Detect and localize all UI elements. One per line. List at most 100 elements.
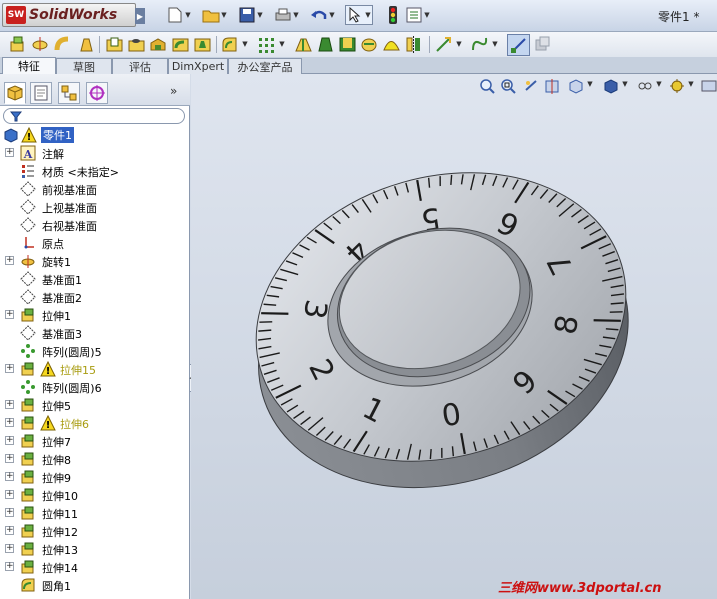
feature-manager-tab[interactable] xyxy=(4,82,26,104)
extrude-icon xyxy=(20,307,36,323)
tab-office-products[interactable]: 办公室产品 xyxy=(228,58,302,74)
undo-button[interactable]: ▼ xyxy=(310,5,336,25)
wrap-icon[interactable] xyxy=(360,35,379,54)
svg-text:!: ! xyxy=(46,420,51,431)
expand-toggle[interactable]: + xyxy=(5,454,14,463)
fillet-dropdown[interactable]: ▼ xyxy=(241,40,249,48)
tree-item[interactable]: 右视基准面 xyxy=(0,216,190,234)
expand-toggle[interactable]: + xyxy=(5,544,14,553)
plane-icon xyxy=(20,271,36,287)
expand-toggle[interactable]: + xyxy=(5,526,14,535)
expand-toggle[interactable]: + xyxy=(5,364,14,373)
reference-geometry-icon[interactable] xyxy=(434,35,453,54)
tree-item[interactable]: 前视基准面 xyxy=(0,180,190,198)
fillet-icon[interactable] xyxy=(220,35,239,54)
save-button[interactable]: ▼ xyxy=(238,5,264,25)
curves-icon[interactable] xyxy=(470,35,489,54)
tree-filter-input[interactable] xyxy=(3,108,185,124)
save-icon xyxy=(238,6,256,24)
extruded-cut-icon[interactable] xyxy=(105,35,124,54)
shell-icon[interactable] xyxy=(338,35,357,54)
tab-sketch[interactable]: 草图 xyxy=(56,58,112,74)
tree-item[interactable]: + 拉伸9 xyxy=(0,468,190,486)
expand-toggle[interactable]: + xyxy=(5,148,14,157)
revolved-boss-icon[interactable] xyxy=(31,35,50,54)
tree-item[interactable]: 基准面3 xyxy=(0,324,190,342)
panel-tabs: » xyxy=(0,74,190,106)
expand-toggle[interactable]: + xyxy=(5,310,14,319)
solidworks-logo[interactable]: SW SolidWorks ▶ xyxy=(2,3,145,27)
extrude-icon xyxy=(20,397,36,413)
tree-item[interactable]: + 拉伸1 xyxy=(0,306,190,324)
tree-item[interactable]: 阵列(圆周)5 xyxy=(0,342,190,360)
configuration-manager-tab[interactable] xyxy=(58,82,80,104)
tree-item[interactable]: + 拉伸12 xyxy=(0,522,190,540)
swept-boss-icon[interactable] xyxy=(54,35,73,54)
tree-item[interactable]: 材质 <未指定> xyxy=(0,162,190,180)
tree-item[interactable]: 上视基准面 xyxy=(0,198,190,216)
tree-item-label: 拉伸11 xyxy=(42,508,78,521)
draft-icon[interactable] xyxy=(316,35,335,54)
expand-toggle[interactable]: + xyxy=(5,256,14,265)
expand-toggle[interactable]: + xyxy=(5,472,14,481)
hole-wizard-icon[interactable] xyxy=(127,35,146,54)
lofted-boss-icon[interactable] xyxy=(77,35,96,54)
curves-dropdown[interactable]: ▼ xyxy=(491,40,499,48)
new-document-button[interactable]: ▼ xyxy=(166,5,192,25)
property-manager-tab[interactable] xyxy=(30,82,52,104)
tree-item[interactable]: + 拉伸13 xyxy=(0,540,190,558)
tab-features[interactable]: 特征 xyxy=(2,57,56,74)
expand-toggle[interactable]: + xyxy=(5,562,14,571)
tree-item[interactable]: + 拉伸8 xyxy=(0,450,190,468)
tree-root[interactable]: ! 零件1 xyxy=(0,126,190,144)
tree-item[interactable]: +! 拉伸6 xyxy=(0,414,190,432)
mirror-icon[interactable] xyxy=(404,35,423,54)
revolved-cut-icon[interactable] xyxy=(149,35,168,54)
tree-item[interactable]: + 拉伸11 xyxy=(0,504,190,522)
options-button[interactable]: ▼ xyxy=(405,5,431,25)
menu-expand-arrow[interactable]: ▶ xyxy=(135,8,145,24)
expand-toggle[interactable]: + xyxy=(5,418,14,427)
tree-item[interactable]: 原点 xyxy=(0,234,190,252)
tree-item[interactable]: + 拉伸7 xyxy=(0,432,190,450)
panel-more-chevron[interactable]: » xyxy=(170,84,177,98)
pattern-dropdown[interactable]: ▼ xyxy=(278,40,286,48)
tab-dimxpert[interactable]: DimXpert xyxy=(168,58,228,74)
instant3d-toggle[interactable] xyxy=(507,34,530,56)
extruded-boss-icon[interactable] xyxy=(8,35,27,54)
tree-item[interactable]: 基准面1 xyxy=(0,270,190,288)
tree-item[interactable]: + 拉伸14 xyxy=(0,558,190,576)
tree-item[interactable]: 阵列(圆周)6 xyxy=(0,378,190,396)
lofted-cut-icon[interactable] xyxy=(193,35,212,54)
tree-item[interactable]: 圆角1 xyxy=(0,576,190,594)
dial-model[interactable]: 012345 6789 xyxy=(191,74,717,599)
svg-text:!: ! xyxy=(46,366,51,377)
tree-item[interactable]: + 拉伸10 xyxy=(0,486,190,504)
dome-icon[interactable] xyxy=(382,35,401,54)
swept-cut-icon[interactable] xyxy=(171,35,190,54)
tree-item[interactable]: + 旋转1 xyxy=(0,252,190,270)
part-icon xyxy=(4,128,18,143)
tab-evaluate[interactable]: 评估 xyxy=(112,58,168,74)
expand-toggle[interactable]: + xyxy=(5,436,14,445)
dimxpert-manager-tab[interactable] xyxy=(86,82,108,104)
open-button[interactable]: ▼ xyxy=(202,5,228,25)
tree-item[interactable]: +! 拉伸15 xyxy=(0,360,190,378)
linear-pattern-icon[interactable] xyxy=(257,35,276,54)
graphics-area[interactable]: ▼ ▼ ▼ ▼ 0 1 2 3 4 5 6 7 8 9 xyxy=(191,74,717,599)
tree-item[interactable]: + 拉伸5 xyxy=(0,396,190,414)
expand-toggle[interactable]: + xyxy=(5,490,14,499)
tree-item[interactable]: + A 注解 xyxy=(0,144,190,162)
tree-item[interactable]: 基准面2 xyxy=(0,288,190,306)
expand-toggle[interactable]: + xyxy=(5,508,14,517)
expand-toggle[interactable]: + xyxy=(5,400,14,409)
extrude-icon xyxy=(20,487,36,503)
tree-item-label: 拉伸1 xyxy=(42,310,71,323)
rebuild-button[interactable] xyxy=(384,5,402,25)
print-button[interactable]: ▼ xyxy=(274,5,300,25)
rib-icon[interactable] xyxy=(294,35,313,54)
tree-item-label: 阵列(圆周)5 xyxy=(42,346,102,359)
select-button[interactable]: ▼ xyxy=(345,5,373,25)
reference-dropdown[interactable]: ▼ xyxy=(455,40,463,48)
warning-icon: ! xyxy=(40,414,56,431)
